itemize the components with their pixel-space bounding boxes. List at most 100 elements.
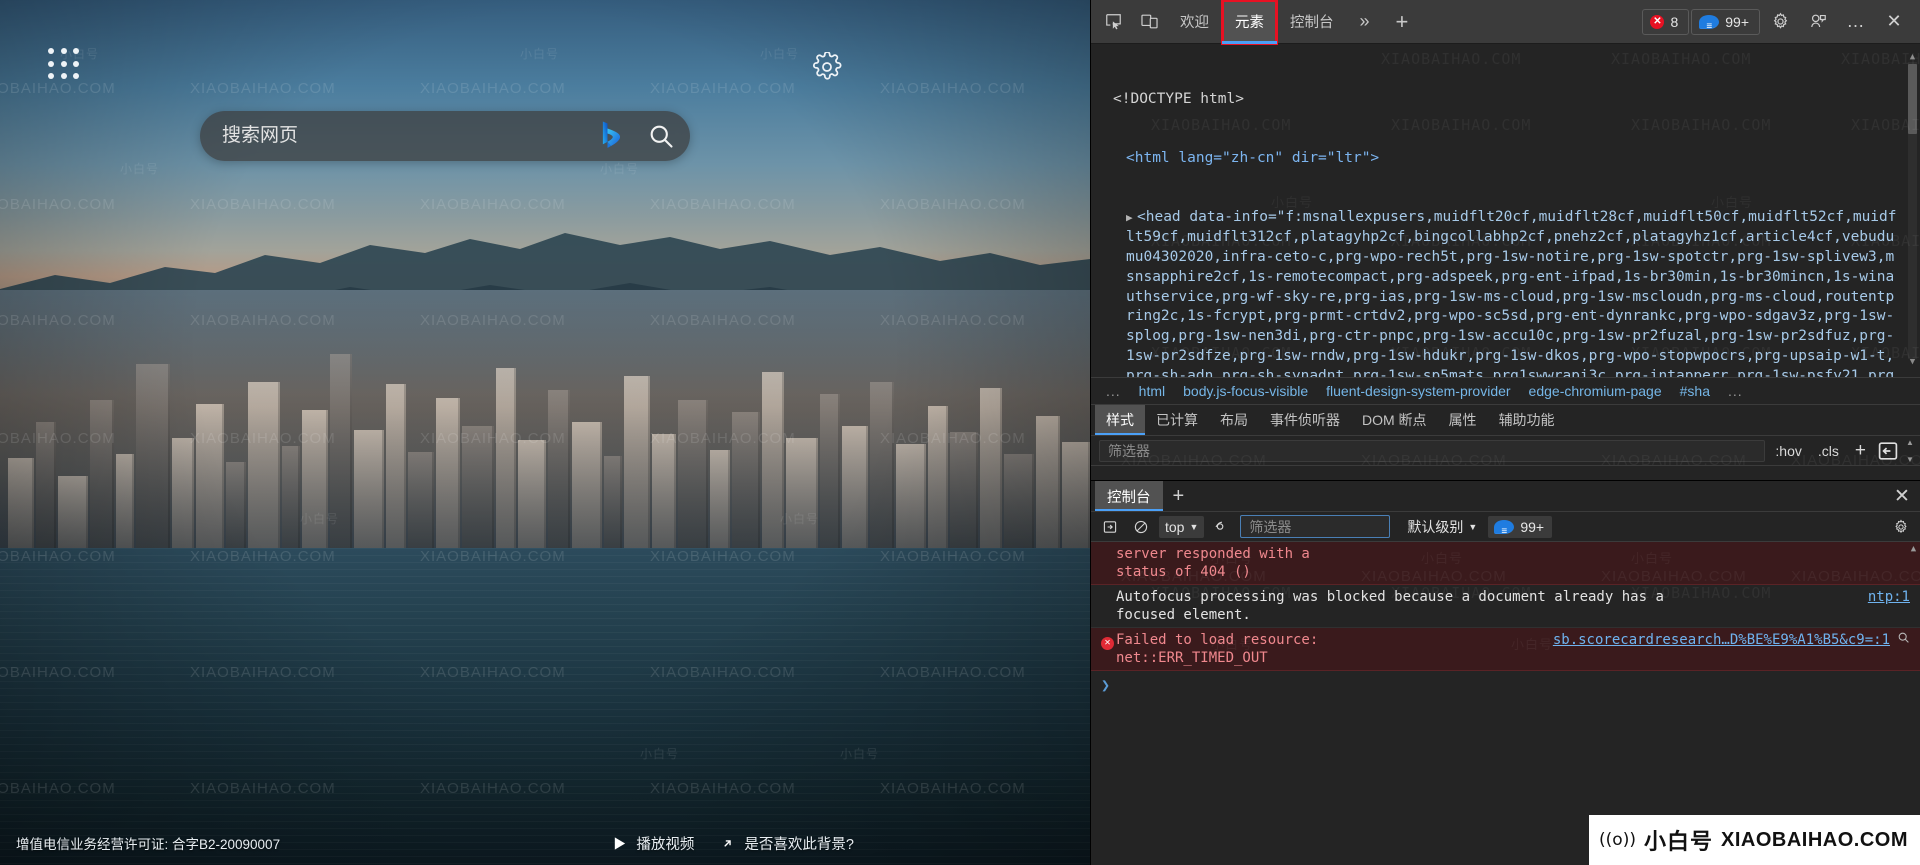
devtools-tabbar-right: ✕ 8 ≡ 99+ … ✕ <box>1642 5 1916 39</box>
expand-caret-icon[interactable]: ▶ <box>1126 208 1137 228</box>
tab-welcome[interactable]: 欢迎 <box>1167 0 1222 44</box>
styles-tabbar: 样式 已计算 布局 事件侦听器 DOM 断点 属性 辅助功能 <box>1091 405 1920 436</box>
styles-scrollbar[interactable]: ▲ ▼ <box>1904 438 1916 464</box>
dom-head-text: <head data-info="f:msnallexpusers,muidfl… <box>1126 209 1897 377</box>
gear-icon[interactable] <box>1762 5 1798 39</box>
console-message-error-404[interactable]: server responded with a status of 404 () <box>1091 542 1920 585</box>
console-prompt[interactable]: ❯ <box>1091 671 1920 699</box>
devices-icon[interactable] <box>1800 5 1836 39</box>
breadcrumb-item-shadow[interactable]: #sha <box>1671 383 1719 399</box>
dom-tree-scrollbar[interactable]: ▲ ▼ <box>1907 48 1918 373</box>
console-message-source-link[interactable]: sb.scorecardresearch…D%BE%E9%A1%B5&c9=:1 <box>1553 631 1890 649</box>
drawer-tab-console[interactable]: 控制台 <box>1095 481 1163 511</box>
tab-computed[interactable]: 已计算 <box>1145 405 1209 435</box>
console-level-value: 默认级别 <box>1407 518 1464 535</box>
clear-console-icon[interactable] <box>1128 516 1154 538</box>
console-message-text: Autofocus processing was blocked because… <box>1116 589 1664 623</box>
error-count-label: 8 <box>1670 13 1679 30</box>
search-input[interactable] <box>200 111 596 161</box>
hov-toggle-button[interactable]: :hov <box>1769 440 1807 462</box>
close-icon[interactable]: ✕ <box>1884 481 1920 511</box>
page-footer: 增值电信业务经营许可证: 合字B2-20090007 播放视频 是否喜欢此背景? <box>0 821 1090 865</box>
like-background-button[interactable]: 是否喜欢此背景? <box>720 833 854 854</box>
plus-icon[interactable]: + <box>1383 0 1422 44</box>
cls-toggle-button[interactable]: .cls <box>1812 440 1845 462</box>
scroll-down-arrow-icon[interactable]: ▼ <box>1906 455 1914 464</box>
tab-styles[interactable]: 样式 <box>1095 405 1145 435</box>
console-scrollbar[interactable]: ▲ <box>1908 544 1919 554</box>
scroll-up-arrow-icon[interactable]: ▲ <box>1911 544 1916 554</box>
breadcrumb: ... html body.js-focus-visible fluent-de… <box>1091 377 1920 405</box>
devtools-tabbar: 欢迎 元素 控制台 » + ✕ 8 ≡ 99+ … ✕ <box>1091 0 1920 45</box>
console-message-count-label: 99+ <box>1520 518 1545 535</box>
tab-console[interactable]: 控制台 <box>1277 0 1347 44</box>
gear-icon[interactable] <box>1888 516 1914 538</box>
drawer-tabbar: 控制台 + ✕ <box>1091 481 1920 512</box>
search-icon[interactable] <box>638 113 684 159</box>
brand-name-cn: 小白号 <box>1643 829 1713 854</box>
console-message-count-badge[interactable]: ≡ 99+ <box>1488 515 1553 538</box>
play-icon <box>615 836 626 850</box>
background-city <box>0 290 1090 550</box>
gear-icon[interactable] <box>812 51 842 82</box>
breadcrumb-item-edge-chromium-page[interactable]: edge-chromium-page <box>1520 383 1671 399</box>
console-context-select[interactable]: top ▼ <box>1159 515 1205 538</box>
plus-icon[interactable]: + <box>1849 440 1872 462</box>
breadcrumb-item-fluent-provider[interactable]: fluent-design-system-provider <box>1317 383 1519 399</box>
play-video-button[interactable]: 播放视频 <box>612 833 694 854</box>
message-bubble-icon: ≡ <box>1699 14 1720 32</box>
console-sidebar-icon[interactable] <box>1097 516 1123 538</box>
brand-name-en: XIAOBAIHAO.COM <box>1721 828 1908 851</box>
dom-line-html[interactable]: <html lang="zh-cn" dir="ltr"> <box>1113 149 1902 169</box>
console-level-select[interactable]: 默认级别 ▼ <box>1401 516 1483 538</box>
error-x-icon: ✕ <box>1650 14 1665 29</box>
background-water <box>0 548 1090 865</box>
dom-tree[interactable]: <!DOCTYPE html> <html lang="zh-cn" dir="… <box>1091 44 1920 377</box>
tab-dom-breakpoints[interactable]: DOM 断点 <box>1351 405 1438 435</box>
console-message-failed-resource[interactable]: ✕ Failed to load resource: net::ERR_TIME… <box>1091 628 1920 671</box>
console-message-autofocus[interactable]: Autofocus processing was blocked because… <box>1091 585 1920 628</box>
broadcast-icon: ((o)) <box>1599 830 1636 850</box>
play-video-label: 播放视频 <box>636 836 695 853</box>
search-bar[interactable] <box>200 111 690 161</box>
console-toolbar: top ▼ 默认级别 ▼ ≡ 99+ <box>1091 512 1920 542</box>
close-icon[interactable]: ✕ <box>1876 5 1912 39</box>
styles-body <box>1091 466 1920 480</box>
console-context-value: top <box>1165 518 1185 535</box>
browser-page: 增值电信业务经营许可证: 合字B2-20090007 播放视频 是否喜欢此背景?… <box>0 0 1090 865</box>
search-icon[interactable] <box>1897 631 1910 649</box>
message-count-badge[interactable]: ≡ 99+ <box>1691 8 1760 35</box>
grid-dots-icon[interactable] <box>48 48 82 82</box>
plus-icon[interactable]: + <box>1163 481 1195 511</box>
breadcrumb-item-body[interactable]: body.js-focus-visible <box>1174 383 1317 399</box>
scroll-up-arrow-icon[interactable]: ▲ <box>1906 438 1914 447</box>
tab-layout[interactable]: 布局 <box>1209 405 1259 435</box>
expand-arrow-icon <box>724 839 732 847</box>
console-message-text: Failed to load resource: net::ERR_TIMED_… <box>1116 632 1319 666</box>
ellipsis-icon[interactable]: … <box>1838 5 1874 39</box>
bing-logo-icon <box>596 120 626 152</box>
styles-filter-row: :hov .cls + ▲ ▼ <box>1091 436 1920 466</box>
eye-icon[interactable] <box>1209 516 1235 538</box>
breadcrumb-item-html[interactable]: html <box>1130 383 1174 399</box>
tab-elements[interactable]: 元素 <box>1221 0 1278 45</box>
error-count-badge[interactable]: ✕ 8 <box>1642 8 1690 35</box>
tab-event-listeners[interactable]: 事件侦听器 <box>1259 405 1351 435</box>
tab-accessibility[interactable]: 辅助功能 <box>1488 405 1566 435</box>
license-text: 增值电信业务经营许可证: 合字B2-20090007 <box>16 837 281 852</box>
dom-line-head[interactable]: ▶ <head data-info="f:msnallexpusers,muidf… <box>1113 208 1902 377</box>
breadcrumb-leading-dots[interactable]: ... <box>1097 383 1130 399</box>
like-background-label: 是否喜欢此背景? <box>744 836 854 853</box>
brand-badge: ((o)) 小白号 XIAOBAIHAO.COM <box>1589 815 1920 865</box>
breadcrumb-trailing-dots[interactable]: ... <box>1719 383 1752 399</box>
panel-left-icon[interactable] <box>1876 440 1900 462</box>
dom-line-doctype[interactable]: <!DOCTYPE html> <box>1113 90 1902 110</box>
console-message-source-link[interactable]: ntp:1 <box>1868 588 1910 606</box>
chevron-double-right-icon[interactable]: » <box>1347 0 1383 44</box>
tab-properties[interactable]: 属性 <box>1438 405 1488 435</box>
device-toolbar-icon[interactable] <box>1131 5 1167 39</box>
styles-filter-input[interactable] <box>1099 439 1766 462</box>
inspect-element-icon[interactable] <box>1095 5 1131 39</box>
chevron-down-icon: ▼ <box>1468 521 1478 532</box>
console-filter-input[interactable] <box>1240 515 1391 538</box>
